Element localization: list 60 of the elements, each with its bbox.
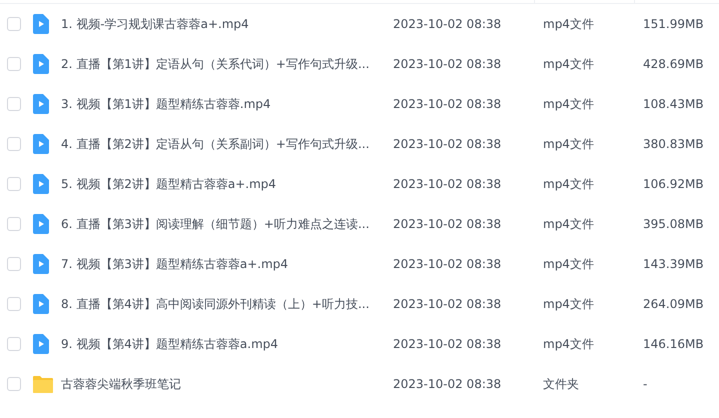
video-file-icon: [33, 174, 49, 194]
file-name[interactable]: 9. 视频【第4讲】题型精练古蓉蓉a.mp4: [61, 337, 278, 351]
checkbox[interactable]: [7, 97, 21, 111]
video-file-icon: [33, 334, 49, 354]
modified-date: 2023-10-02 08:38: [393, 17, 502, 31]
checkbox[interactable]: [7, 217, 21, 231]
modified-date: 2023-10-02 08:38: [393, 257, 502, 271]
file-type: mp4文件: [543, 217, 594, 231]
file-type: mp4文件: [543, 177, 594, 191]
modified-date: 2023-10-02 08:38: [393, 177, 502, 191]
checkbox[interactable]: [7, 377, 21, 391]
file-type: mp4文件: [543, 17, 594, 31]
file-size: 380.83MB: [643, 137, 704, 151]
modified-date: 2023-10-02 08:38: [393, 337, 502, 351]
modified-date: 2023-10-02 08:38: [393, 297, 502, 311]
file-name[interactable]: 1. 视频-学习规划课古蓉蓉a+.mp4: [61, 17, 249, 31]
file-type: mp4文件: [543, 97, 594, 111]
file-name[interactable]: 6. 直播【第3讲】阅读理解（细节题）+听力难点之连读...: [61, 217, 370, 231]
modified-date: 2023-10-02 08:38: [393, 217, 502, 231]
checkbox[interactable]: [7, 177, 21, 191]
checkbox[interactable]: [7, 337, 21, 351]
file-name[interactable]: 8. 直播【第4讲】高中阅读同源外刊精读（上）+听力技...: [61, 297, 370, 311]
checkbox[interactable]: [7, 17, 21, 31]
file-size: -: [643, 377, 648, 391]
file-type: mp4文件: [543, 297, 594, 311]
file-name[interactable]: 3. 视频【第1讲】题型精练古蓉蓉.mp4: [61, 97, 271, 111]
file-size: 151.99MB: [643, 17, 704, 31]
file-name[interactable]: 2. 直播【第1讲】定语从句（关系代词）+写作句式升级...: [61, 57, 370, 71]
file-type: mp4文件: [543, 257, 594, 271]
file-type: mp4文件: [543, 57, 594, 71]
video-file-icon: [33, 54, 49, 74]
file-size: 108.43MB: [643, 97, 704, 111]
file-size: 106.92MB: [643, 177, 704, 191]
video-file-icon: [33, 214, 49, 234]
modified-date: 2023-10-02 08:38: [393, 57, 502, 71]
file-name[interactable]: 4. 直播【第2讲】定语从句（关系副词）+写作句式升级...: [61, 137, 370, 151]
modified-date: 2023-10-02 08:38: [393, 137, 502, 151]
checkbox[interactable]: [7, 57, 21, 71]
checkbox[interactable]: [7, 257, 21, 271]
video-file-icon: [33, 134, 49, 154]
file-type: 文件夹: [543, 377, 579, 391]
checkbox[interactable]: [7, 297, 21, 311]
file-size: 264.09MB: [643, 297, 704, 311]
checkbox[interactable]: [7, 137, 21, 151]
file-size: 428.69MB: [643, 57, 704, 71]
file-size: 395.08MB: [643, 217, 704, 231]
file-name[interactable]: 古蓉蓉尖端秋季班笔记: [61, 377, 181, 391]
video-file-icon: [33, 254, 49, 274]
video-file-icon: [33, 294, 49, 314]
modified-date: 2023-10-02 08:38: [393, 377, 502, 391]
folder-icon: [33, 376, 53, 392]
file-type: mp4文件: [543, 137, 594, 151]
file-name[interactable]: 7. 视频【第3讲】题型精练古蓉蓉a+.mp4: [61, 257, 288, 271]
video-file-icon: [33, 14, 49, 34]
video-file-icon: [33, 94, 49, 114]
file-size: 143.39MB: [643, 257, 704, 271]
file-name[interactable]: 5. 视频【第2讲】题型精古蓉蓉a+.mp4: [61, 177, 276, 191]
file-type: mp4文件: [543, 337, 594, 351]
modified-date: 2023-10-02 08:38: [393, 97, 502, 111]
file-size: 146.16MB: [643, 337, 704, 351]
